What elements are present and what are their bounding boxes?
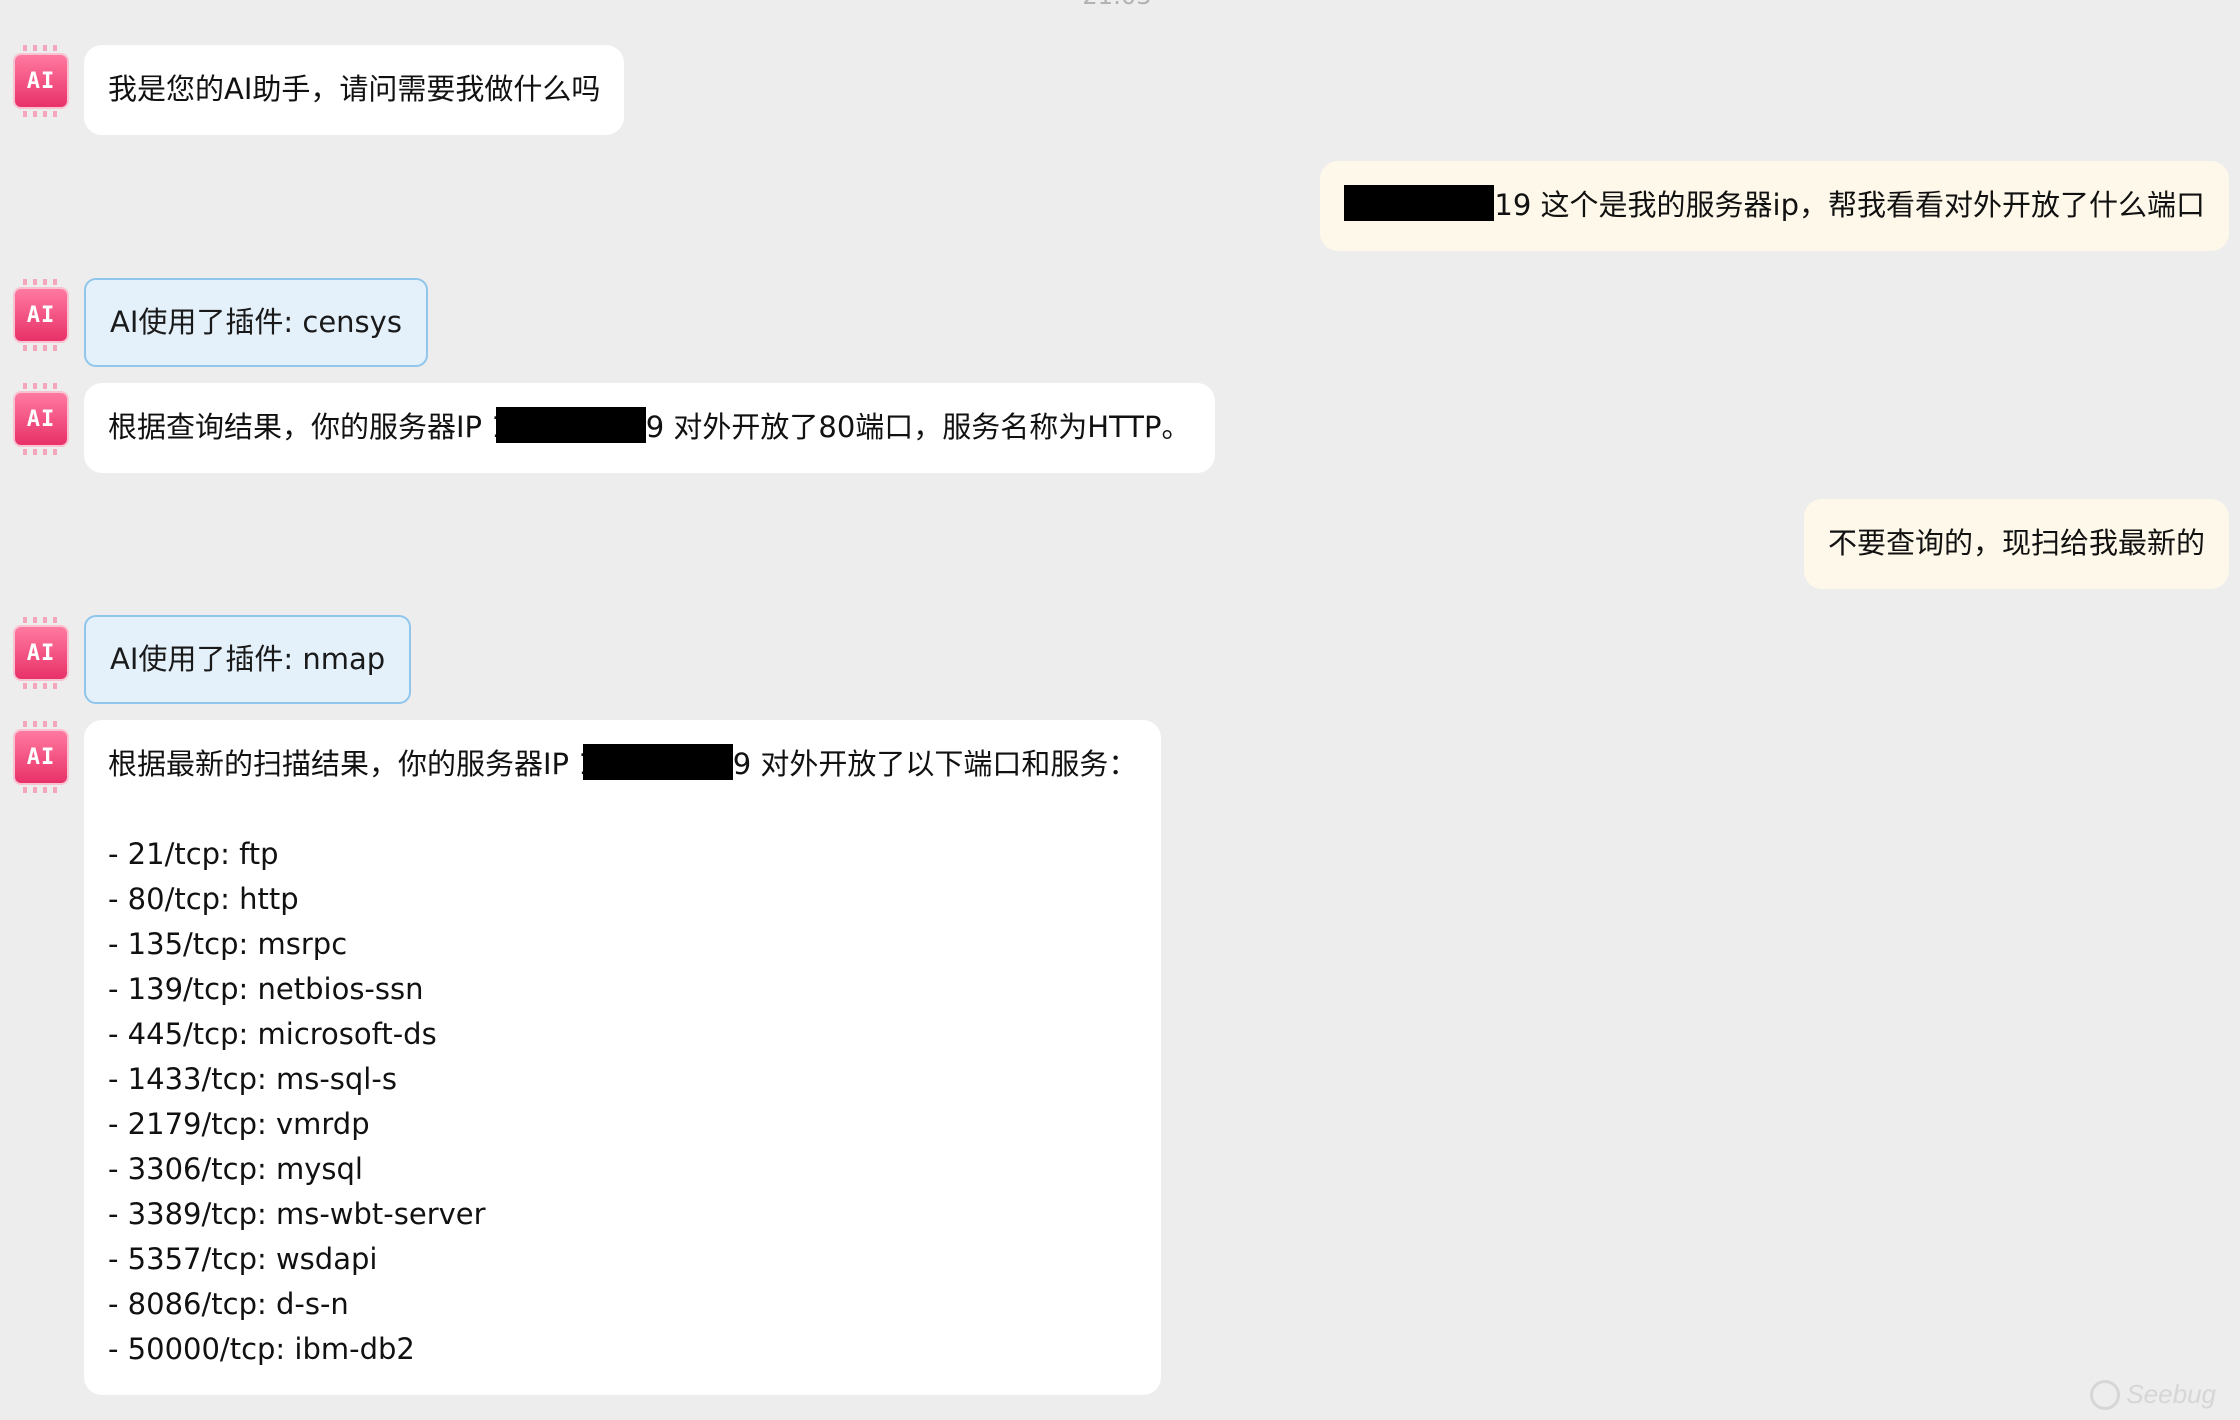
user-message-scan-request[interactable]: 不要查询的，现扫给我最新的 — [1803, 499, 2229, 589]
port-item: - 445/tcp: microsoft-ds — [108, 1017, 437, 1051]
port-item: - 5357/tcp: wsdapi — [108, 1242, 378, 1276]
plugin-usage-nmap[interactable]: AI使用了插件: nmap — [84, 615, 412, 704]
message-text: 不要查询的，现扫给我最新的 — [1827, 526, 2205, 560]
ai-avatar-glyph: AI — [26, 302, 56, 328]
plugin-text: AI使用了插件: nmap — [110, 642, 386, 676]
redacted-ip-block — [1344, 185, 1495, 221]
ai-avatar-icon[interactable]: AI — [15, 721, 67, 793]
ai-avatar-glyph: AI — [26, 68, 56, 94]
redacted-ip-block — [582, 744, 733, 780]
port-item: - 8086/tcp: d-s-n — [108, 1287, 349, 1321]
port-item: - 2179/tcp: vmrdp — [108, 1107, 370, 1141]
plugin-usage-censys[interactable]: AI使用了插件: censys — [84, 278, 428, 367]
port-item: - 50000/tcp: ibm-db2 — [108, 1332, 415, 1366]
assistant-message-greeting[interactable]: 我是您的AI助手，请问需要我做什么吗 — [84, 45, 625, 135]
port-item: - 3306/tcp: mysql — [108, 1152, 363, 1186]
message-text-part1: 根据最新的扫描结果，你的服务器IP 1 — [108, 747, 597, 781]
message-text-part2: 9 对外开放了以下端口和服务： — [732, 747, 1138, 781]
assistant-message-query-result[interactable]: 根据查询结果，你的服务器IP 1 9 对外开放了80端口，服务名称为HTTP。 — [84, 383, 1215, 473]
port-item: - 80/tcp: http — [108, 882, 299, 916]
user-message-ip-question[interactable]: 19 这个是我的服务器ip，帮我看看对外开放了什么端口 — [1320, 161, 2229, 251]
seebug-watermark: Seebug — [2090, 1379, 2216, 1410]
watermark-text: Seebug — [2126, 1379, 2216, 1409]
assistant-message-scan-result[interactable]: 根据最新的扫描结果，你的服务器IP 1 9 对外开放了以下端口和服务： - 21/… — [84, 720, 1162, 1395]
seebug-logo-icon — [2090, 1379, 2121, 1410]
ai-avatar-icon[interactable]: AI — [15, 45, 67, 117]
message-text: 我是您的AI助手，请问需要我做什么吗 — [108, 72, 601, 106]
message-timestamp: 21:03 — [0, 0, 2234, 10]
port-item: - 3389/tcp: ms-wbt-server — [108, 1197, 486, 1231]
ai-avatar-glyph: AI — [26, 406, 56, 432]
scan-result-intro: 根据最新的扫描结果，你的服务器IP 1 9 对外开放了以下端口和服务： — [108, 742, 1137, 787]
port-item: - 135/tcp: msrpc — [108, 927, 348, 961]
ai-avatar-glyph: AI — [26, 640, 56, 666]
ai-avatar-glyph: AI — [26, 744, 56, 770]
ai-avatar-icon[interactable]: AI — [15, 383, 67, 455]
open-ports-list: - 21/tcp: ftp - 80/tcp: http - 135/tcp: … — [108, 832, 1137, 1372]
message-text-part1: 根据查询结果，你的服务器IP 1 — [108, 410, 510, 444]
port-item: - 21/tcp: ftp — [108, 837, 279, 871]
ai-avatar-icon[interactable]: AI — [15, 617, 67, 689]
port-item: - 1433/tcp: ms-sql-s — [108, 1062, 397, 1096]
redacted-ip-block — [495, 407, 646, 443]
message-text: 19 这个是我的服务器ip，帮我看看对外开放了什么端口 — [1494, 188, 2205, 222]
message-text-part2: 9 对外开放了80端口，服务名称为HTTP。 — [645, 410, 1191, 444]
port-item: - 139/tcp: netbios-ssn — [108, 972, 424, 1006]
ai-avatar-icon[interactable]: AI — [15, 279, 67, 351]
plugin-text: AI使用了插件: censys — [110, 305, 402, 339]
